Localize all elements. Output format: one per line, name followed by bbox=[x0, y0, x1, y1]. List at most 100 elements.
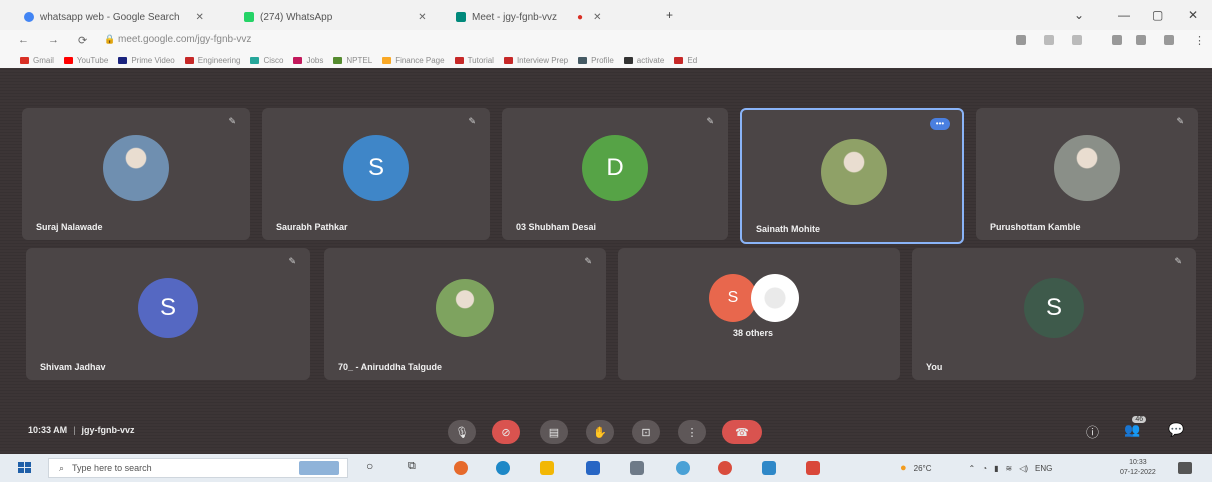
leave-call-button[interactable]: ☎ bbox=[722, 420, 762, 444]
bookmark-item[interactable]: NPTEL bbox=[333, 56, 372, 65]
bookmark-label: NPTEL bbox=[346, 55, 373, 65]
bookmark-star-icon[interactable] bbox=[1072, 35, 1082, 45]
wifi-icon[interactable]: ≋ bbox=[1005, 464, 1012, 473]
participant-tile[interactable]: S Shivam Jadhav ✎ bbox=[26, 248, 310, 380]
task-view-icon[interactable]: ⧉ bbox=[408, 460, 422, 474]
close-icon[interactable]: ✕ bbox=[196, 12, 204, 23]
microphone-button[interactable]: 🎙 bbox=[448, 420, 476, 444]
mic-muted-icon: ✎ bbox=[468, 116, 476, 126]
tray-chevron-icon[interactable]: ⌃ bbox=[969, 464, 976, 473]
raise-hand-button[interactable]: ✋ bbox=[586, 420, 614, 444]
participant-tile[interactable]: Purushottam Kamble ✎ bbox=[976, 108, 1198, 240]
tab-whatsapp[interactable]: (274) WhatsApp ✕ bbox=[236, 6, 446, 28]
bookmark-item[interactable]: activate bbox=[623, 56, 664, 65]
bookmark-label: Prime Video bbox=[131, 55, 175, 65]
minimize-button[interactable]: — bbox=[1118, 8, 1130, 22]
bookmark-label: Cisco bbox=[263, 55, 284, 65]
participant-tile[interactable]: D 03 Shubham Desai ✎ bbox=[502, 108, 728, 240]
bookmark-label: Jobs bbox=[306, 55, 324, 65]
participant-tile[interactable]: S Saurabh Pathkar ✎ bbox=[262, 108, 490, 240]
forward-icon[interactable]: → bbox=[48, 34, 59, 46]
volume-icon[interactable]: ◁) bbox=[1019, 464, 1028, 473]
present-button[interactable]: ⊡ bbox=[632, 420, 660, 444]
whatsapp-icon bbox=[244, 12, 254, 22]
bookmark-item[interactable]: Interview Prep bbox=[503, 56, 568, 65]
bookmark-item[interactable]: Prime Video bbox=[118, 55, 175, 65]
network-icon[interactable]: ◔ bbox=[982, 464, 987, 473]
participant-tile[interactable]: 70_ - Aniruddha Talgude ✎ bbox=[324, 248, 606, 380]
more-vert-icon: ⋮ bbox=[686, 426, 698, 439]
search-icon: ⌕ bbox=[59, 462, 65, 473]
participant-name: Shivam Jadhav bbox=[40, 362, 106, 372]
bookmark-item[interactable]: Gmail bbox=[20, 56, 54, 65]
others-tile[interactable]: S 38 others bbox=[618, 248, 900, 380]
info-icon[interactable]: ⓘ bbox=[1086, 422, 1099, 441]
bookmark-item[interactable]: Profile bbox=[578, 56, 614, 65]
meet-stage: Suraj Nalawade ✎ S Saurabh Pathkar ✎ D 03 Shub… bbox=[0, 68, 1212, 454]
present-icon: ⊡ bbox=[641, 426, 651, 439]
firefox-icon[interactable] bbox=[454, 461, 468, 475]
close-icon[interactable]: ✕ bbox=[593, 12, 601, 23]
bookmark-item[interactable]: Cisco bbox=[250, 56, 283, 65]
sidebar-icon[interactable] bbox=[1136, 35, 1146, 45]
store-icon[interactable] bbox=[586, 461, 600, 475]
cortana-icon[interactable]: ○ bbox=[366, 459, 380, 473]
people-button[interactable]: 👥 46 bbox=[1124, 416, 1147, 438]
chat-icon[interactable]: 💬 bbox=[1168, 422, 1184, 438]
chrome-icon[interactable] bbox=[676, 461, 690, 475]
participant-tile[interactable]: S You ✎ bbox=[912, 248, 1196, 380]
edge-icon[interactable] bbox=[496, 461, 510, 475]
bookmark-favicon-icon bbox=[63, 56, 73, 64]
back-icon[interactable]: ← bbox=[18, 34, 29, 46]
camera-off-button[interactable]: ⊘ bbox=[492, 420, 520, 444]
tab-search-icon[interactable]: ⌄ bbox=[1074, 8, 1084, 22]
participant-tile[interactable]: Sainath Mohite ••• bbox=[740, 108, 964, 244]
bookmark-favicon-icon bbox=[333, 56, 343, 64]
battery-icon[interactable]: ▮ bbox=[994, 464, 998, 473]
clock-time: 10:33 bbox=[1129, 459, 1147, 466]
media-app-icon[interactable] bbox=[718, 461, 732, 475]
recording-icon: ● bbox=[577, 11, 584, 23]
bookmark-item[interactable]: Tutorial bbox=[454, 56, 494, 65]
participant-tile[interactable]: Suraj Nalawade ✎ bbox=[22, 108, 250, 240]
tab-meet[interactable]: Meet - jgy-fgnb-vvz ● ✕ bbox=[448, 6, 658, 28]
bookmark-item[interactable]: Engineering bbox=[184, 56, 240, 65]
taskbar-search-box[interactable]: ⌕ Type here to search bbox=[48, 458, 348, 478]
meeting-code: jgy-fgnb-vvz bbox=[81, 425, 135, 435]
extension-icon[interactable] bbox=[1112, 35, 1122, 45]
close-window-button[interactable]: ✕ bbox=[1188, 8, 1198, 22]
weather-temp[interactable]: 26°C bbox=[914, 464, 932, 473]
captions-button[interactable]: ▤ bbox=[540, 420, 568, 444]
bookmark-favicon-icon bbox=[20, 56, 29, 64]
camera-app-icon[interactable] bbox=[630, 461, 644, 475]
windows-start-icon[interactable] bbox=[18, 462, 32, 474]
avatar-photo bbox=[1054, 135, 1120, 201]
meet-icon bbox=[456, 12, 466, 22]
language-indicator[interactable]: ENG bbox=[1035, 464, 1052, 473]
bookmark-favicon-icon bbox=[578, 56, 588, 64]
new-tab-button[interactable]: + bbox=[666, 8, 673, 22]
tab-label: whatsapp web - Google Search bbox=[40, 11, 180, 23]
bookmark-item[interactable]: Finance Page bbox=[382, 56, 445, 65]
taskbar-clock[interactable]: 10:33 07-12-2022 bbox=[1120, 458, 1156, 478]
more-options-button[interactable]: ⋮ bbox=[678, 420, 706, 444]
zoom-icon[interactable] bbox=[1044, 35, 1054, 45]
office-icon[interactable] bbox=[806, 461, 820, 475]
notification-icon[interactable] bbox=[1178, 462, 1192, 474]
url-field[interactable]: meet.google.com/jgy-fgnb-vvz bbox=[118, 34, 251, 45]
others-count-label: 38 others bbox=[733, 328, 774, 338]
profile-icon[interactable] bbox=[1164, 35, 1174, 45]
bookmark-item[interactable]: YouTube bbox=[63, 56, 108, 65]
bookmark-favicon-icon bbox=[623, 56, 633, 64]
mail-icon[interactable] bbox=[762, 461, 776, 475]
people-icon: 👥 bbox=[1124, 422, 1141, 437]
bookmark-item[interactable]: Ed bbox=[674, 56, 697, 65]
bookmark-item[interactable]: Jobs bbox=[293, 56, 323, 65]
close-icon[interactable]: ✕ bbox=[418, 12, 426, 23]
tab-google-search[interactable]: whatsapp web - Google Search ✕ bbox=[16, 6, 234, 28]
maximize-button[interactable]: ▢ bbox=[1152, 8, 1163, 22]
file-explorer-icon[interactable] bbox=[540, 461, 554, 475]
camera-icon[interactable] bbox=[1016, 35, 1026, 45]
reload-icon[interactable]: ⟳ bbox=[78, 34, 87, 47]
menu-icon[interactable]: ⋮ bbox=[1194, 34, 1205, 47]
